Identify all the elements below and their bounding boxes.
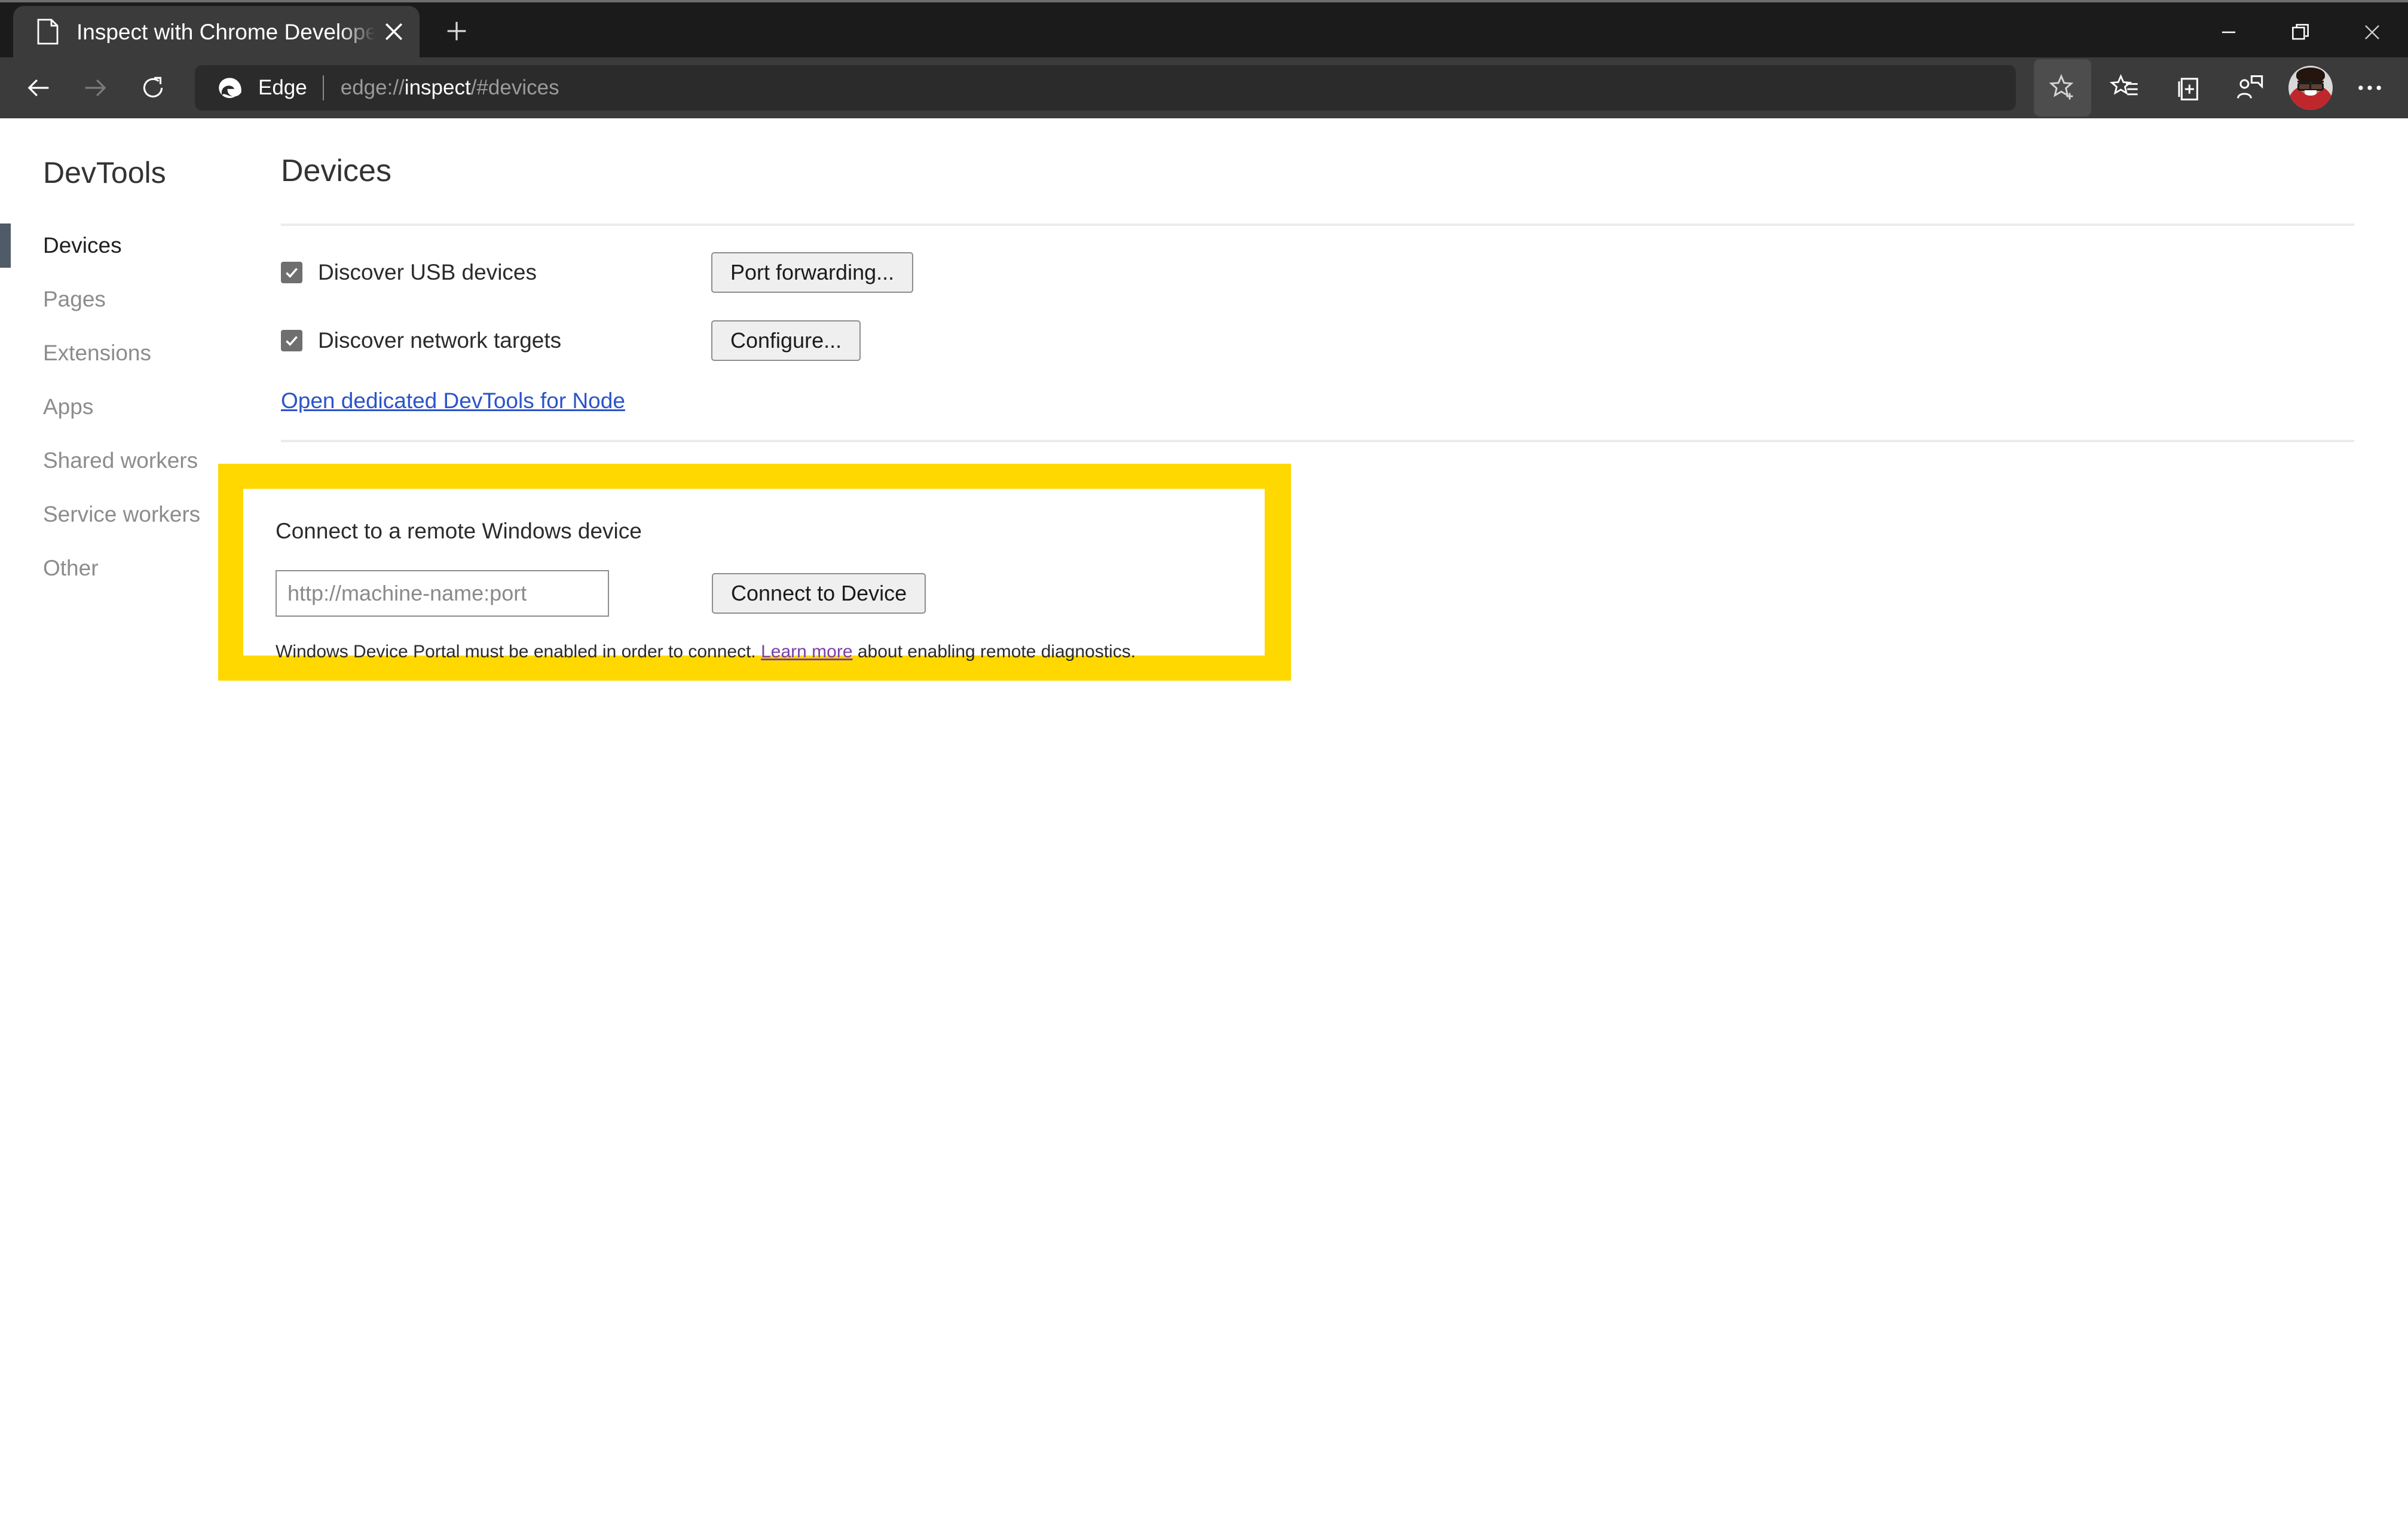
sidebar-item-apps[interactable]: Apps <box>0 380 281 434</box>
sidebar-item-label: Extensions <box>43 341 151 365</box>
discover-usb-label: Discover USB devices <box>318 260 537 284</box>
discover-network-row: Discover network targets Configure... <box>281 319 2408 362</box>
page-title: Devices <box>281 154 391 188</box>
discover-network-label: Discover network targets <box>318 328 562 353</box>
page-icon <box>36 19 60 45</box>
sidebar-item-extensions[interactable]: Extensions <box>0 326 281 380</box>
remote-device-panel: Connect to a remote Windows device Conne… <box>243 489 1265 662</box>
edge-logo-icon <box>215 73 245 103</box>
sidebar-item-label: Apps <box>43 394 94 419</box>
reload-icon[interactable] <box>124 59 182 117</box>
url-highlight: inspect <box>404 76 471 99</box>
checkbox-checked-icon[interactable] <box>281 330 302 351</box>
section-divider <box>281 223 2354 226</box>
sidebar-item-pages[interactable]: Pages <box>0 272 281 326</box>
sidebar-title: DevTools <box>43 156 166 189</box>
url-suffix: /#devices <box>470 76 559 99</box>
title-bar: Inspect with Chrome Developer T <box>0 0 2408 57</box>
address-brand-label: Edge <box>258 76 307 99</box>
browser-tab-active[interactable]: Inspect with Chrome Developer T <box>13 6 420 57</box>
sidebar-item-devices[interactable]: Devices <box>0 219 281 272</box>
browser-window: Inspect with Chrome Developer T Edge edg… <box>0 0 2408 1531</box>
restore-button[interactable] <box>2265 5 2336 60</box>
url-prefix: edge:// <box>340 76 405 99</box>
callout-note-before: Windows Device Portal must be enabled in… <box>276 642 761 662</box>
configure-button[interactable]: Configure... <box>711 320 861 361</box>
address-url: edge://inspect/#devices <box>341 76 559 100</box>
favorites-list-icon[interactable] <box>2096 59 2153 117</box>
inspect-page: DevTools Devices Pages Extensions Apps S… <box>0 118 2408 1531</box>
sidebar-item-label: Service workers <box>43 502 201 526</box>
discover-usb-checkbox-wrap[interactable]: Discover USB devices <box>281 260 711 285</box>
discover-network-checkbox-wrap[interactable]: Discover network targets <box>281 328 711 353</box>
callout-input-row: Connect to Device <box>276 570 1232 617</box>
sidebar-item-label: Pages <box>43 287 106 311</box>
new-tab-button[interactable] <box>433 7 481 55</box>
window-controls <box>2193 5 2408 60</box>
bottom-divider <box>281 440 2354 442</box>
favorite-star-icon[interactable] <box>2034 59 2091 117</box>
address-bar[interactable]: Edge edge://inspect/#devices <box>195 65 2016 111</box>
user-avatar[interactable] <box>2288 66 2333 110</box>
more-options-icon[interactable] <box>2341 59 2398 117</box>
device-address-input[interactable] <box>276 570 609 617</box>
devices-panel: Devices Discover USB devices Port forwar… <box>281 118 2408 1531</box>
sidebar-item-label: Devices <box>43 233 122 258</box>
remote-device-callout: Connect to a remote Windows device Conne… <box>218 464 1291 681</box>
tab-title: Inspect with Chrome Developer T <box>77 20 375 43</box>
sidebar-item-label: Shared workers <box>43 448 198 473</box>
discover-usb-row: Discover USB devices Port forwarding... <box>281 251 2408 294</box>
learn-more-link[interactable]: Learn more <box>761 642 852 662</box>
close-button[interactable] <box>2336 5 2408 60</box>
open-node-devtools-link[interactable]: Open dedicated DevTools for Node <box>281 388 625 414</box>
callout-note-after: about enabling remote diagnostics. <box>852 642 1136 662</box>
browser-toolbar: Edge edge://inspect/#devices <box>0 57 2408 118</box>
profile-share-icon[interactable] <box>2220 59 2278 117</box>
collections-icon[interactable] <box>2158 59 2216 117</box>
port-forwarding-button[interactable]: Port forwarding... <box>711 252 914 293</box>
address-separator <box>322 75 324 100</box>
forward-arrow-icon <box>67 59 124 117</box>
back-arrow-icon[interactable] <box>10 59 67 117</box>
sidebar-item-label: Other <box>43 556 99 580</box>
close-icon[interactable] <box>375 13 412 50</box>
avatar-glasses <box>2297 81 2324 91</box>
checkbox-checked-icon[interactable] <box>281 262 302 283</box>
minimize-button[interactable] <box>2193 5 2265 60</box>
devtools-sidebar: DevTools Devices Pages Extensions Apps S… <box>0 118 281 1531</box>
callout-heading: Connect to a remote Windows device <box>276 519 642 543</box>
callout-note: Windows Device Portal must be enabled in… <box>276 642 1232 662</box>
connect-to-device-button[interactable]: Connect to Device <box>712 573 926 614</box>
